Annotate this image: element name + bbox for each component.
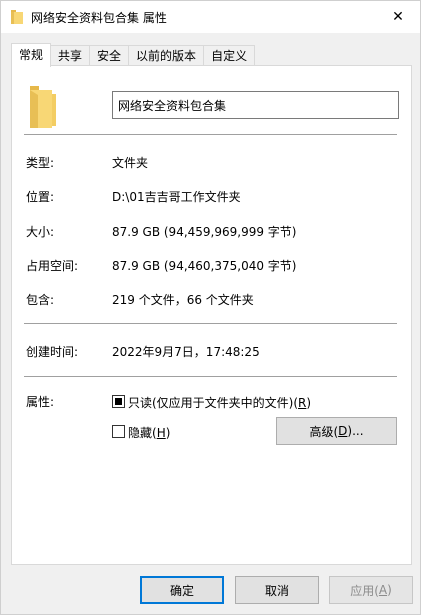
apply-text: 应用(	[350, 583, 379, 598]
cancel-button[interactable]: 取消	[235, 576, 319, 604]
folder-icon	[11, 10, 23, 24]
ok-button[interactable]: 确定	[140, 576, 224, 604]
readonly-text: 只读(仅应用于文件夹中的文件)(	[128, 396, 299, 410]
type-value: 文件夹	[112, 156, 149, 170]
tab-general[interactable]: 常规	[11, 43, 52, 67]
close-button[interactable]: ✕	[376, 1, 420, 33]
tab-customize[interactable]: 自定义	[203, 45, 256, 67]
apply-button[interactable]: 应用(A)	[329, 576, 413, 604]
divider	[24, 323, 397, 324]
contains-label: 包含:	[26, 293, 55, 307]
advanced-accesskey: D	[338, 424, 348, 438]
advanced-close: )...	[347, 424, 364, 438]
created-label: 创建时间:	[26, 345, 79, 359]
tab-security[interactable]: 安全	[89, 45, 130, 67]
hidden-close: )	[165, 426, 171, 440]
advanced-button[interactable]: 高级(D)...	[276, 417, 397, 445]
hidden-checkbox[interactable]	[112, 425, 125, 438]
size-on-disk-value: 87.9 GB (94,460,375,040 字节)	[112, 259, 297, 273]
advanced-text: 高级(	[309, 424, 339, 439]
attributes-label: 属性:	[26, 395, 55, 409]
readonly-label[interactable]: 只读(仅应用于文件夹中的文件)(R)	[128, 394, 311, 411]
window-title: 网络安全资料包合集 属性	[31, 11, 167, 25]
close-icon: ✕	[392, 9, 404, 25]
general-panel: 类型: 文件夹 位置: D:\01吉吉哥工作文件夹 大小: 87.9 GB (9…	[11, 65, 412, 565]
title-bar[interactable]: 网络安全资料包合集 属性 ✕	[1, 1, 420, 33]
tab-strip: 常规 共享 安全 以前的版本 自定义	[11, 43, 256, 67]
tab-sharing[interactable]: 共享	[50, 45, 91, 67]
properties-dialog: 网络安全资料包合集 属性 ✕ 常规 共享 安全 以前的版本 自定义 类型: 文件…	[0, 0, 421, 615]
apply-close: )	[387, 583, 392, 597]
divider	[24, 376, 397, 377]
size-on-disk-label: 占用空间:	[26, 259, 79, 273]
hidden-text: 隐藏(	[128, 426, 157, 440]
location-label: 位置:	[26, 190, 55, 204]
size-value: 87.9 GB (94,459,969,999 字节)	[112, 225, 297, 239]
readonly-close: )	[306, 396, 312, 410]
apply-accesskey: A	[378, 583, 388, 597]
folder-large-icon	[30, 86, 56, 128]
readonly-checkbox[interactable]	[112, 395, 125, 408]
size-label: 大小:	[26, 225, 55, 239]
hidden-label[interactable]: 隐藏(H)	[128, 424, 170, 441]
contains-value: 219 个文件，66 个文件夹	[112, 293, 254, 307]
hidden-accesskey: H	[156, 426, 166, 440]
divider	[24, 134, 397, 135]
location-value: D:\01吉吉哥工作文件夹	[112, 190, 241, 204]
created-value: 2022年9月7日，17:48:25	[112, 345, 260, 359]
tab-previous-versions[interactable]: 以前的版本	[128, 45, 205, 67]
folder-name-input[interactable]	[112, 91, 399, 119]
type-label: 类型:	[26, 156, 55, 170]
